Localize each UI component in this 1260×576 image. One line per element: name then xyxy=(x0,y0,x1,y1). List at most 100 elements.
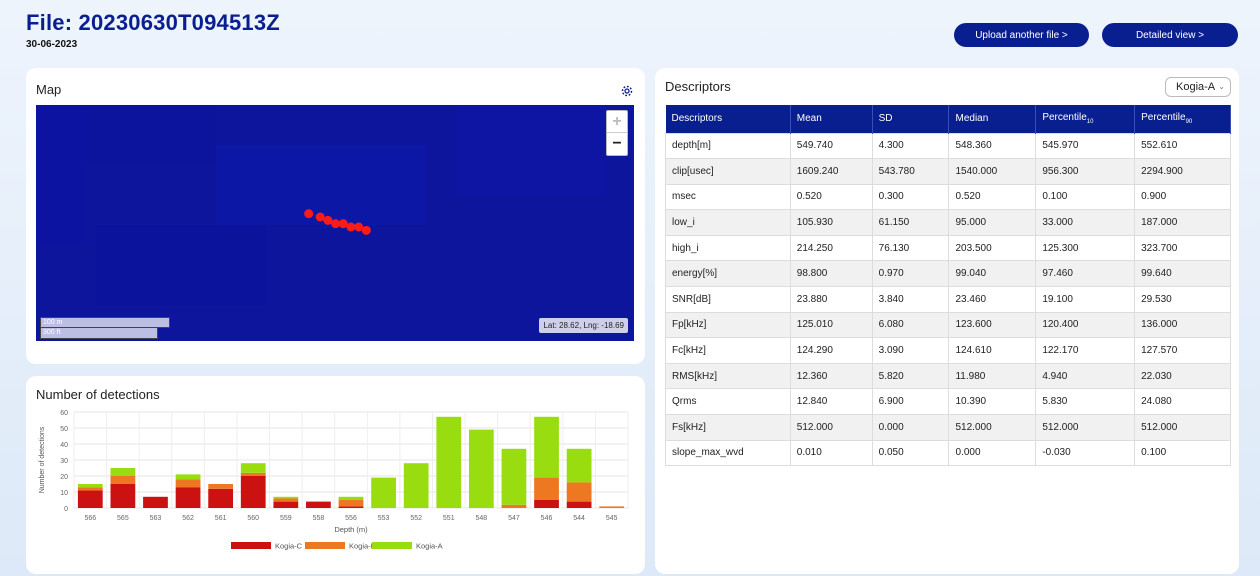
table-cell: 323.700 xyxy=(1134,234,1231,262)
descriptors-table: Descriptors Mean SD Median Percentile10 Perce… xyxy=(665,105,1231,467)
table-cell: 548.360 xyxy=(948,132,1037,160)
table-cell: 12.840 xyxy=(789,388,873,416)
table-cell: 124.610 xyxy=(948,337,1037,364)
zoom-control: + − xyxy=(606,110,628,156)
column-header: Median xyxy=(948,105,1037,133)
x-tick-label: 553 xyxy=(378,515,390,522)
bar-kogia-b xyxy=(599,506,625,508)
table-row: Qrms 12.840 6.900 10.390 5.830 24.080 xyxy=(665,388,1231,416)
track-point xyxy=(361,225,371,235)
detailed-view-button[interactable]: Detailed view > xyxy=(1102,23,1238,47)
bar-kogia-c xyxy=(110,484,136,508)
x-tick-label: 556 xyxy=(345,515,357,522)
legend-swatch xyxy=(305,542,345,549)
legend-label: Kogia-C xyxy=(275,542,303,551)
detections-title: Number of detections xyxy=(36,387,160,402)
table-cell: 0.010 xyxy=(789,439,873,467)
bar-kogia-a xyxy=(436,416,462,508)
bar-kogia-a xyxy=(468,429,494,508)
bar-kogia-a xyxy=(338,496,364,500)
y-tick-label: 60 xyxy=(60,410,68,417)
descriptors-title: Descriptors xyxy=(665,79,731,94)
table-cell: 0.900 xyxy=(1134,183,1231,211)
chevron-down-icon: ⌄ xyxy=(1218,82,1225,91)
table-cell: 552.610 xyxy=(1134,132,1231,160)
file-title: File: 20230630T094513Z xyxy=(26,10,280,35)
zoom-out-button[interactable]: − xyxy=(607,133,627,155)
bar-kogia-a xyxy=(501,448,527,505)
table-cell: -0.030 xyxy=(1035,439,1136,467)
table-cell: 214.250 xyxy=(789,234,873,262)
table-cell: slope_max_wvd xyxy=(665,439,791,467)
bar-kogia-c xyxy=(566,501,592,508)
species-select-value: Kogia-A xyxy=(1176,81,1216,93)
table-cell: 0.100 xyxy=(1134,439,1231,467)
legend-swatch xyxy=(231,542,271,549)
track-point xyxy=(304,209,314,219)
x-tick-label: 561 xyxy=(215,515,227,522)
species-select[interactable]: Kogia-A ⌄ xyxy=(1165,77,1231,97)
x-axis-label: Depth (m) xyxy=(334,525,368,534)
bar-kogia-c xyxy=(175,487,201,508)
bar-kogia-a xyxy=(403,463,429,508)
x-tick-label: 544 xyxy=(573,515,585,522)
column-header: Mean xyxy=(790,105,873,133)
table-cell: SNR[dB] xyxy=(665,286,791,313)
y-tick-label: 0 xyxy=(64,506,68,513)
table-row: Fc[kHz] 124.290 3.090 124.610 122.170 127.570 xyxy=(665,337,1231,364)
bar-kogia-b xyxy=(77,487,103,491)
table-cell: 545.970 xyxy=(1035,132,1136,160)
table-row: msec 0.520 0.300 0.520 0.100 0.900 xyxy=(665,183,1231,211)
table-row: SNR[dB] 23.880 3.840 23.460 19.100 29.530 xyxy=(665,286,1231,313)
upload-another-file-button[interactable]: Upload another file > xyxy=(954,23,1089,47)
table-cell: 11.980 xyxy=(948,362,1037,390)
zoom-in-button[interactable]: + xyxy=(607,111,627,133)
coordinate-readout: Lat: 28.62, Lng: -18.69 xyxy=(539,318,628,333)
table-cell: 136.000 xyxy=(1134,311,1231,339)
table-cell: 123.600 xyxy=(948,311,1037,339)
bar-kogia-a xyxy=(566,448,592,483)
gear-icon[interactable] xyxy=(621,85,633,97)
x-tick-label: 565 xyxy=(117,515,129,522)
y-tick-label: 10 xyxy=(60,490,68,497)
table-cell: 203.500 xyxy=(948,234,1037,262)
track-point xyxy=(315,212,325,222)
track-point xyxy=(354,222,364,232)
table-cell: 120.400 xyxy=(1035,311,1136,339)
table-cell: 105.930 xyxy=(789,209,873,236)
x-tick-label: 547 xyxy=(508,515,520,522)
table-cell: 12.360 xyxy=(789,362,873,390)
table-cell: 61.150 xyxy=(871,209,950,236)
table-cell: 512.000 xyxy=(1035,414,1136,441)
table-cell: 3.090 xyxy=(871,337,950,364)
table-cell: 0.520 xyxy=(789,183,873,211)
track-point xyxy=(331,219,341,229)
table-cell: msec xyxy=(665,183,791,211)
descriptors-card: Descriptors Kogia-A ⌄ Descriptors Mean SD M… xyxy=(655,68,1239,574)
table-cell: 98.800 xyxy=(789,260,873,288)
table-cell: 549.740 xyxy=(789,132,873,160)
table-cell: 2294.900 xyxy=(1134,158,1231,185)
bar-kogia-c xyxy=(208,488,234,508)
x-tick-label: 559 xyxy=(280,515,292,522)
table-cell: 512.000 xyxy=(789,414,873,441)
x-tick-label: 551 xyxy=(443,515,455,522)
bar-kogia-c xyxy=(143,496,168,508)
track-point xyxy=(323,215,333,225)
map-view[interactable]: + − 100 m 300 ft Lat: 28.62, Lng: -18.69 xyxy=(36,105,634,341)
bar-kogia-b xyxy=(240,472,266,476)
file-date: 30-06-2023 xyxy=(26,39,78,50)
table-cell: 122.170 xyxy=(1035,337,1136,364)
y-tick-label: 50 xyxy=(60,426,68,433)
x-tick-label: 558 xyxy=(313,515,325,522)
page-header: File: 20230630T094513Z 30-06-2023 xyxy=(26,10,280,50)
x-tick-label: 560 xyxy=(247,515,259,522)
table-cell: 19.100 xyxy=(1035,286,1136,313)
table-cell: 124.290 xyxy=(789,337,873,364)
scale-bar-meters: 100 m xyxy=(40,317,170,328)
table-cell: low_i xyxy=(665,209,791,236)
table-cell: 125.010 xyxy=(789,311,873,339)
table-row: depth[m] 549.740 4.300 548.360 545.970 552.61… xyxy=(665,132,1231,160)
x-tick-label: 566 xyxy=(84,515,96,522)
bar-kogia-c xyxy=(306,501,331,508)
